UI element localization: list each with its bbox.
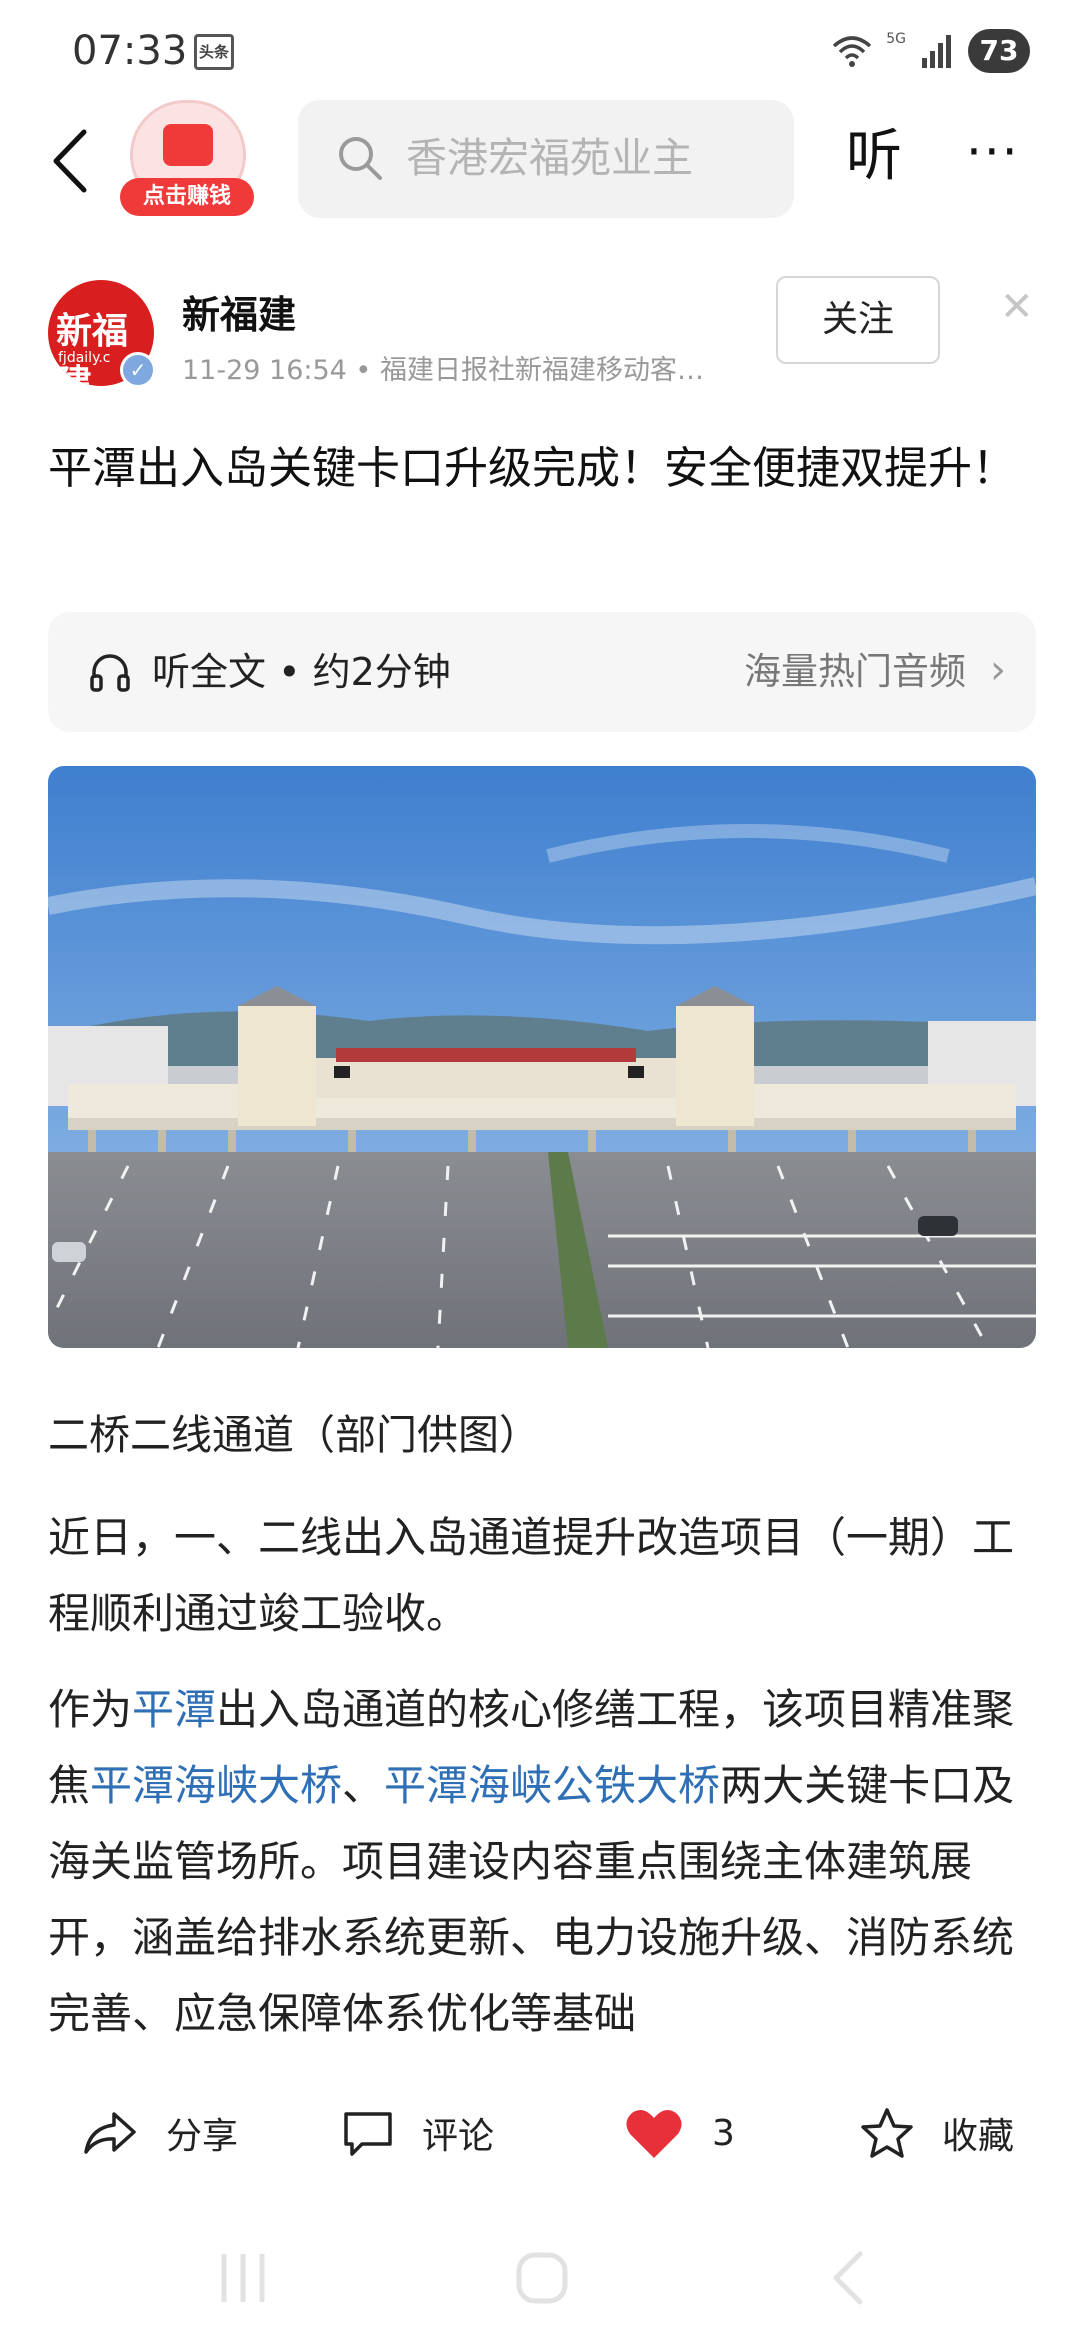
follow-button[interactable]: 关注 bbox=[776, 276, 940, 364]
comment-icon bbox=[344, 2112, 392, 2156]
paragraph-2: 作为平潭出入岛通道的核心修缮工程，该项目精准聚焦平潭海峡大桥、平潭海峡公铁大桥两… bbox=[48, 1672, 1038, 2052]
star-icon bbox=[861, 2108, 913, 2158]
network-type: 5G bbox=[886, 31, 906, 47]
photo-caption: 二桥二线通道（部门供图） bbox=[48, 1411, 540, 1459]
earn-label: 点击赚钱 bbox=[120, 178, 254, 216]
link-pingtan-rail-bridge[interactable]: 平潭海峡公铁大桥 bbox=[384, 1761, 720, 1810]
collect-button[interactable]: 收藏 bbox=[860, 2098, 1014, 2168]
hot-audio-link[interactable]: 海量热门音频 bbox=[744, 644, 966, 700]
collect-label: 收藏 bbox=[942, 2116, 1015, 2157]
chevron-right-icon: › bbox=[990, 647, 1006, 693]
link-pingtan[interactable]: 平潭 bbox=[132, 1685, 216, 1734]
more-options-button[interactable]: ··· bbox=[966, 122, 1020, 182]
close-icon[interactable]: ✕ bbox=[1000, 284, 1034, 330]
status-indicators: 5G 73 bbox=[832, 28, 1030, 74]
link-pingtan-strait-bridge[interactable]: 平潭海峡大桥 bbox=[90, 1761, 342, 1810]
system-back-icon[interactable] bbox=[828, 2248, 868, 2308]
earn-money-button[interactable]: 点击赚钱 bbox=[120, 96, 254, 220]
system-navigation-bar bbox=[0, 2220, 1080, 2340]
back-arrow-icon bbox=[53, 129, 87, 193]
headphone-icon bbox=[90, 654, 130, 692]
comment-label: 评论 bbox=[422, 2116, 495, 2157]
back-button[interactable] bbox=[46, 126, 96, 196]
article-title: 平潭出入岛关键卡口升级完成！安全便捷双提升！ bbox=[48, 443, 1016, 494]
like-button[interactable]: 3 bbox=[624, 2098, 735, 2168]
paragraph-1: 近日，一、二线出入岛通道提升改造项目（一期）工程顺利通过竣工验收。 bbox=[48, 1513, 1015, 1638]
article-action-bar: 分享 评论 3 收藏 bbox=[0, 2078, 1080, 2188]
status-time: 07:33 bbox=[72, 28, 188, 74]
comment-button[interactable]: 评论 bbox=[342, 2098, 494, 2168]
search-placeholder: 香港宏福苑业主 bbox=[406, 134, 693, 182]
home-icon[interactable] bbox=[514, 2248, 570, 2308]
search-input[interactable]: 香港宏福苑业主 bbox=[298, 100, 794, 218]
listen-button[interactable]: 听 bbox=[846, 122, 902, 192]
toll-gate-photo-illustration bbox=[48, 766, 1036, 1348]
status-bar: 07:33 头条 5G 73 bbox=[0, 0, 1080, 100]
article-photo[interactable] bbox=[48, 766, 1036, 1348]
top-nav: 点击赚钱 香港宏福苑业主 听 ··· bbox=[0, 96, 1080, 226]
verified-icon: ✓ bbox=[120, 352, 156, 388]
author-row: 新福建 fjdaily.c ✓ 新福建 11-29 16:54 • 福建日报社新… bbox=[0, 276, 1080, 396]
author-meta: 11-29 16:54 • 福建日报社新福建移动客… bbox=[182, 355, 704, 386]
search-icon bbox=[339, 137, 382, 180]
listen-full-article-card[interactable]: 听全文 • 约2分钟 海量热门音频 › bbox=[48, 612, 1036, 732]
like-count: 3 bbox=[712, 2112, 735, 2154]
paragraph-text: 作为 bbox=[48, 1685, 133, 1734]
toutiao-app-icon: 头条 bbox=[194, 34, 234, 70]
wifi-icon bbox=[833, 36, 872, 67]
signal-icon bbox=[922, 35, 951, 68]
author-name[interactable]: 新福建 bbox=[182, 284, 296, 339]
recent-apps-icon[interactable] bbox=[216, 2248, 270, 2308]
red-envelope-icon bbox=[163, 124, 213, 166]
paragraph-text: 、 bbox=[342, 1761, 385, 1810]
battery-indicator: 73 bbox=[968, 29, 1030, 73]
avatar-logo-subtext: fjdaily.c bbox=[58, 350, 111, 366]
share-label: 分享 bbox=[166, 2116, 239, 2157]
heart-icon bbox=[626, 2109, 682, 2158]
listen-full-text: 听全文 • 约2分钟 bbox=[152, 650, 451, 694]
share-icon bbox=[84, 2112, 136, 2154]
share-button[interactable]: 分享 bbox=[82, 2098, 238, 2168]
